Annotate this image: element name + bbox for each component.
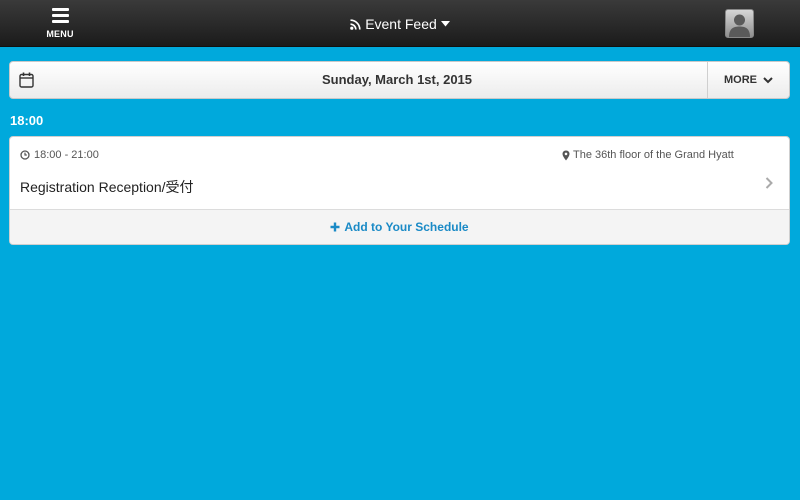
event-time: 18:00 - 21:00 [20, 149, 99, 161]
selected-date: Sunday, March 1st, 2015 [321, 72, 473, 87]
event-location: The 36th floor of the Grand Hyatt [562, 149, 734, 161]
top-navigation-bar: MENU Event Feed [0, 0, 800, 47]
add-to-schedule-button[interactable]: Add to Your Schedule [10, 209, 789, 244]
add-to-schedule-label: Add to Your Schedule [344, 220, 469, 234]
caret-down-icon [440, 21, 450, 27]
chevron-right-icon [765, 177, 773, 189]
date-selector-bar: Sunday, March 1st, 2015 MORE [9, 61, 790, 99]
feed-title: Event Feed [365, 16, 437, 32]
event-details-link[interactable]: 18:00 - 21:00 The 36th floor of the Gran… [10, 137, 789, 209]
menu-button[interactable]: MENU [38, 5, 82, 43]
time-slot-header: 18:00 [10, 113, 44, 128]
event-card: 18:00 - 21:00 The 36th floor of the Gran… [9, 136, 790, 245]
plus-icon [330, 222, 340, 232]
event-title: Registration Reception/受付 [20, 179, 194, 195]
event-feed-dropdown[interactable]: Event Feed [340, 13, 460, 35]
map-pin-icon [562, 150, 570, 160]
clock-icon [20, 150, 30, 160]
menu-label: MENU [46, 29, 74, 39]
profile-button[interactable] [725, 9, 754, 38]
user-avatar-icon [729, 14, 750, 37]
more-button[interactable]: MORE [707, 62, 789, 98]
calendar-icon[interactable] [19, 72, 34, 88]
more-label: MORE [724, 74, 757, 86]
event-time-range: 18:00 - 21:00 [34, 149, 99, 161]
event-location-text: The 36th floor of the Grand Hyatt [573, 149, 734, 161]
rss-icon [350, 18, 361, 30]
chevron-down-icon [763, 76, 773, 83]
hamburger-icon [51, 8, 69, 23]
